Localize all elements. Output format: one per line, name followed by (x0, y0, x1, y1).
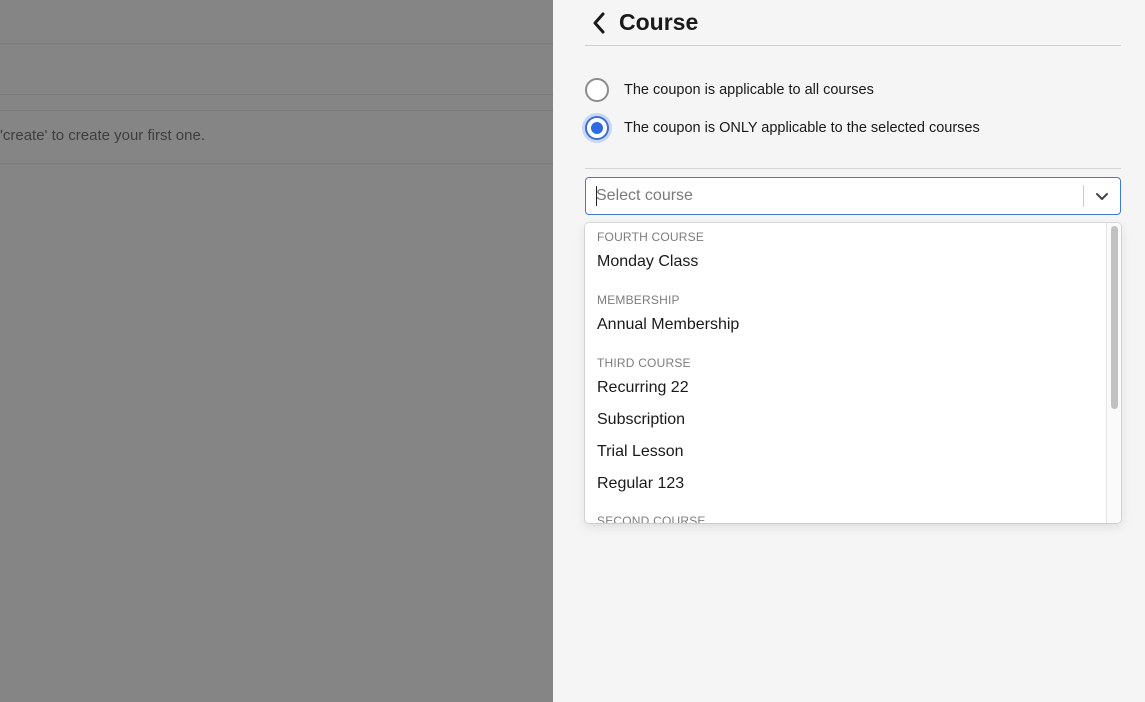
empty-state-hint: 'create' to create your first one. (0, 127, 205, 144)
modal-backdrop[interactable]: 'create' to create your first one. (0, 0, 553, 702)
scrollbar-track[interactable] (1106, 223, 1121, 523)
list-item[interactable]: Trial Lesson (585, 443, 1107, 461)
text-cursor (596, 186, 597, 206)
course-panel: Course The coupon is applicable to all c… (553, 0, 1145, 702)
course-search-input[interactable] (586, 177, 1083, 215)
course-select[interactable] (585, 177, 1121, 215)
page-title: Course (619, 9, 699, 35)
chevron-left-icon[interactable] (587, 11, 611, 35)
backdrop-divider (0, 94, 553, 95)
radio-all-courses[interactable]: The coupon is applicable to all courses (585, 78, 874, 102)
backdrop-divider (0, 110, 553, 111)
chevron-down-icon[interactable] (1084, 192, 1120, 201)
list-item[interactable]: Regular 123 (585, 475, 1107, 493)
list-item[interactable]: Subscription (585, 411, 1107, 429)
course-dropdown-menu: FOURTH COURSE Monday Class MEMBERSHIP An… (585, 223, 1121, 523)
scrollbar-thumb[interactable] (1111, 226, 1118, 409)
list-item[interactable]: Recurring 22 (585, 379, 1107, 397)
group-heading: SECOND COURSE (597, 514, 706, 523)
group-heading: THIRD COURSE (597, 356, 691, 370)
list-item[interactable]: Monday Class (585, 253, 1107, 271)
backdrop-divider (0, 163, 553, 164)
radio-label: The coupon is applicable to all courses (624, 82, 874, 98)
radio-button[interactable] (585, 116, 609, 140)
radio-button[interactable] (585, 78, 609, 102)
section-divider (585, 168, 1121, 169)
group-heading: FOURTH COURSE (597, 230, 705, 244)
radio-selected-courses[interactable]: The coupon is ONLY applicable to the sel… (585, 116, 980, 140)
group-heading: MEMBERSHIP (597, 293, 680, 307)
radio-label: The coupon is ONLY applicable to the sel… (624, 120, 980, 136)
list-item[interactable]: Annual Membership (585, 316, 1107, 334)
backdrop-divider (0, 43, 553, 44)
panel-header: Course (585, 0, 1121, 46)
